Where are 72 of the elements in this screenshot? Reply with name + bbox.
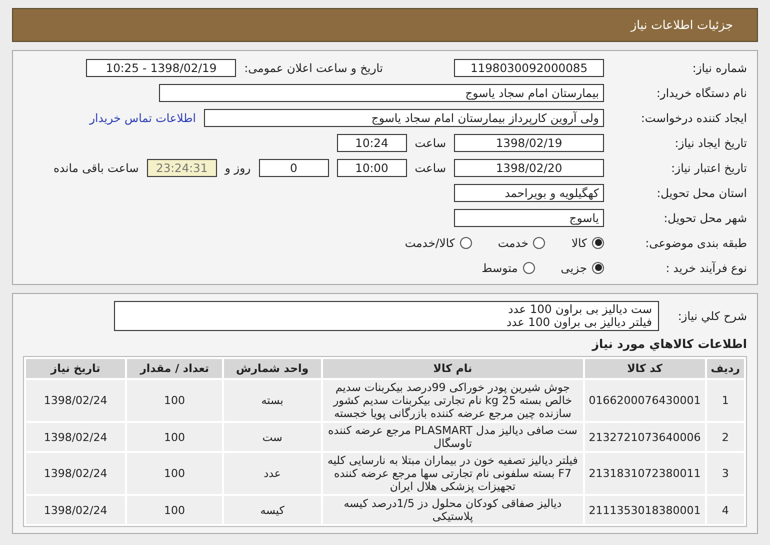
table-cell: ست bbox=[224, 423, 321, 451]
page-title: جزئیات اطلاعات نیاز bbox=[630, 18, 733, 32]
field-label: نوع فرآیند خرید : bbox=[664, 260, 747, 274]
description-line: ست دیالیز بی براون 100 عدد bbox=[507, 303, 652, 316]
table-cell: جوش شیرین پودر خوراکی 99درصد بیکربنات سدیم خالص بسته 25 kg نام تجارتی بیکربنات سدیم کشور سازنده چین مرجع عرضه کننده بازرگانی پویا خجسته bbox=[322, 380, 583, 421]
radio-option[interactable]: کالا bbox=[571, 236, 604, 250]
radio-option[interactable]: خدمت bbox=[498, 236, 546, 250]
table-cell: 100 bbox=[127, 380, 222, 421]
field-label: شهر محل تحویل: bbox=[662, 210, 747, 224]
radio-option[interactable]: جزیی bbox=[560, 260, 604, 274]
column-header: کد کالا bbox=[584, 359, 705, 378]
announce-date-field: 1398/02/19 - 10:25 bbox=[86, 58, 236, 76]
table-cell: 1 bbox=[706, 380, 744, 421]
column-header: ردیف bbox=[706, 359, 744, 378]
table-cell: 0166200076430001 bbox=[584, 380, 705, 421]
table-cell: 2132721073640006 bbox=[584, 423, 705, 451]
table-cell: 100 bbox=[127, 496, 222, 524]
radio-button[interactable] bbox=[592, 236, 604, 248]
field-label: تاریخ ایجاد نیاز: bbox=[674, 136, 747, 150]
radio-option[interactable]: متوسط bbox=[482, 260, 535, 274]
field-label: روز و bbox=[224, 160, 251, 174]
field-label: تاریخ و ساعت اعلان عمومی: bbox=[244, 60, 383, 74]
field-label: ساعت باقی مانده bbox=[54, 160, 139, 174]
table-cell: 3 bbox=[706, 453, 744, 494]
column-header: تعداد / مقدار bbox=[127, 359, 222, 378]
table-cell: ست صافی دیالیز مدل PLASMART مرجع عرضه کننده تاوسگال bbox=[322, 423, 583, 451]
validity-time-field: 10:00 bbox=[336, 158, 407, 176]
field-label: ایجاد کننده درخواست: bbox=[640, 110, 747, 124]
validity-date-field: 1398/02/20 bbox=[454, 158, 604, 176]
field-label: ساعت bbox=[414, 136, 446, 150]
radio-button[interactable] bbox=[592, 262, 604, 274]
table-cell: فیلتر دیالیز تصفیه خون در بیماران مبتلا به نارسایی کلیه F7 بسته سلفونی نام تجارتی سها مرجع عرضه کننده تجهیزات پزشکی هلال ایران bbox=[322, 453, 583, 494]
table-cell: 1398/02/24 bbox=[26, 423, 126, 451]
creation-time-field: 10:24 bbox=[336, 134, 407, 152]
table-cell: کیسه bbox=[224, 496, 321, 524]
table-cell: 4 bbox=[706, 496, 744, 524]
column-header: واحد شمارش bbox=[224, 359, 321, 378]
creation-date-field: 1398/02/19 bbox=[454, 134, 604, 152]
province-field: کهگیلویه و بویراحمد bbox=[454, 184, 604, 202]
table-cell: بسته bbox=[224, 380, 321, 421]
field-label: شماره نیاز: bbox=[691, 60, 747, 74]
buyer-contact-link[interactable]: اطلاعات تماس خریدار bbox=[89, 110, 196, 124]
column-header: تاریخ نیاز bbox=[26, 359, 126, 378]
section-title: اطلاعات کالاهاي مورد نياز bbox=[590, 337, 747, 351]
field-label: استان محل تحویل: bbox=[656, 186, 747, 200]
requester-field: ولی آروین کارپرداز بیمارستان امام سجاد یاسوج bbox=[204, 108, 604, 126]
city-field: یاسوج bbox=[454, 208, 604, 226]
table-cell: 100 bbox=[127, 423, 222, 451]
table-cell: 2111353018380001 bbox=[584, 496, 705, 524]
buyer-field: بیمارستان امام سجاد یاسوج bbox=[159, 84, 604, 102]
radio-button[interactable] bbox=[533, 236, 546, 248]
field-label: طبقه بندی موضوعی: bbox=[644, 236, 747, 250]
field-label: تاریخ اعتبار نیاز: bbox=[670, 160, 747, 174]
field-label: نام دستگاه خریدار: bbox=[655, 86, 747, 100]
table-cell: 1398/02/24 bbox=[26, 380, 126, 421]
table-cell: 1398/02/24 bbox=[26, 453, 126, 494]
table-cell: 1398/02/24 bbox=[26, 496, 126, 524]
table-cell: عدد bbox=[224, 453, 321, 494]
radio-button[interactable] bbox=[522, 262, 535, 274]
table-cell: دیالیز صفاقی کودکان محلول دز 1/5درصد کیسه پلاستیکی bbox=[322, 496, 583, 524]
days-field: 0 bbox=[258, 158, 329, 176]
table-cell: 100 bbox=[127, 453, 222, 494]
column-header: نام کالا bbox=[322, 359, 583, 378]
table-cell: 2131831072380011 bbox=[584, 453, 705, 494]
table-cell: 2 bbox=[706, 423, 744, 451]
radio-button[interactable] bbox=[460, 236, 472, 248]
radio-option[interactable]: کالا/خدمت bbox=[404, 236, 472, 250]
field-label: ساعت bbox=[414, 160, 446, 174]
description-line: فیلتر دیالیز بی براون 100 عدد bbox=[505, 316, 652, 329]
field-label: شرح کلي نياز: bbox=[676, 309, 747, 323]
remaining-time-field: 23:24:31 bbox=[146, 158, 217, 176]
need-number-field: 1198030092000085 bbox=[454, 58, 604, 76]
